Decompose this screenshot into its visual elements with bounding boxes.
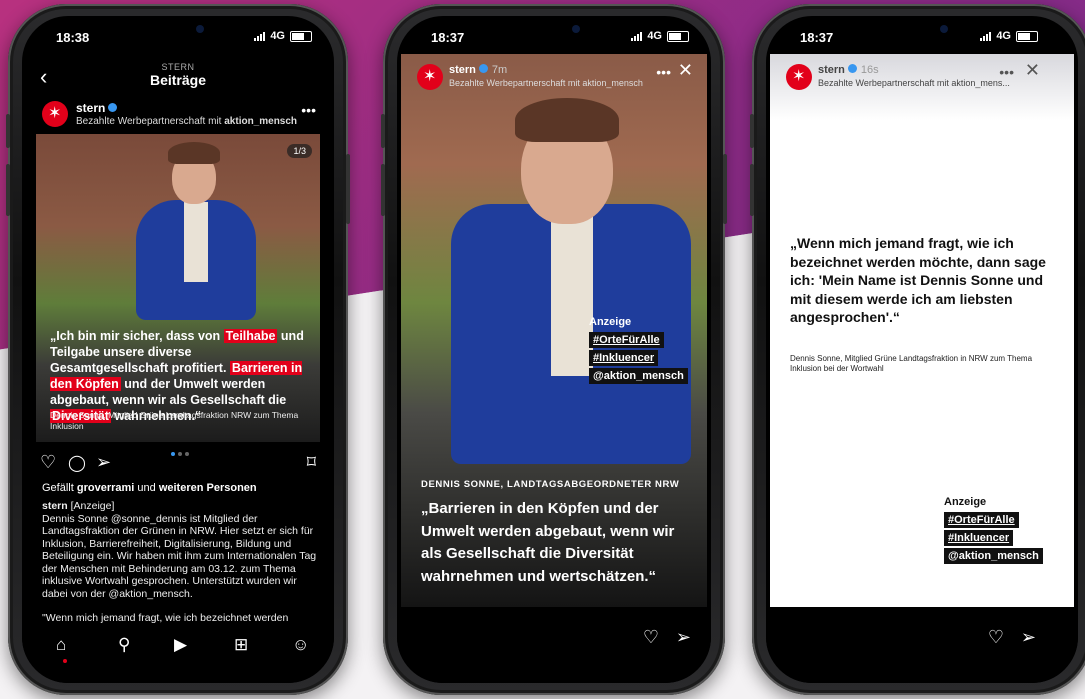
mention-sticker[interactable]: @aktion_mensch bbox=[944, 548, 1043, 564]
battery-icon bbox=[1016, 30, 1038, 42]
home-icon[interactable]: ⌂ bbox=[56, 635, 66, 655]
header-title: Beiträge bbox=[149, 72, 207, 88]
share-icon[interactable]: ➢ bbox=[676, 627, 691, 648]
profile-icon[interactable]: ☺ bbox=[292, 635, 309, 655]
story-kicker: DENNIS SONNE, LANDTAGSABGEORDNETER NRW bbox=[421, 479, 680, 490]
network-label: 4G bbox=[270, 30, 285, 42]
hashtag-sticker[interactable]: #Inkluencer bbox=[944, 530, 1014, 546]
reels-icon[interactable]: ▶ bbox=[174, 635, 187, 655]
slide-counter: 1/3 bbox=[287, 144, 312, 158]
ad-tags: Anzeige #OrteFürAlle #Inkluencer @aktion… bbox=[944, 496, 1043, 566]
header-subtitle: STERN bbox=[161, 62, 195, 72]
sponsored-label[interactable]: Bezahlte Werbepartnerschaft mit aktion_m… bbox=[76, 116, 297, 127]
post-caption: stern [Anzeige] Dennis Sonne @sonne_denni… bbox=[42, 500, 317, 600]
share-icon[interactable]: ➢ bbox=[1021, 627, 1036, 648]
status-time: 18:37 bbox=[800, 30, 834, 45]
status-time: 18:38 bbox=[56, 30, 90, 45]
story-header: stern7m Bezahlte Werbepartnerschaft mit … bbox=[401, 54, 707, 96]
story-credit: Dennis Sonne, Mitglied Grüne Landtagsfra… bbox=[790, 354, 1033, 373]
ad-label: Anzeige bbox=[944, 496, 987, 508]
person-illustration bbox=[451, 94, 691, 474]
bookmark-icon[interactable]: ⌑ bbox=[307, 452, 316, 473]
hashtag-sticker[interactable]: #OrteFürAlle bbox=[944, 512, 1019, 528]
phone-story-photo: 18:37 4G stern7m Bezahlte Werbepartnersc… bbox=[381, 4, 727, 695]
story-header: stern16s Bezahlte Werbepartnerschaft mit… bbox=[770, 54, 1074, 96]
feed-header: ‹ STERN Beiträge bbox=[22, 56, 334, 94]
mention-sticker[interactable]: @aktion_mensch bbox=[589, 368, 688, 384]
heart-icon[interactable]: ♡ bbox=[40, 452, 56, 473]
person-illustration bbox=[136, 142, 266, 332]
avatar[interactable] bbox=[786, 64, 812, 90]
post-header: stern Bezahlte Werbepartnerschaft mit ak… bbox=[42, 98, 320, 132]
phone-feed: 18:38 4G ‹ STERN Beiträge stern Bezahlte… bbox=[6, 4, 350, 695]
shop-icon[interactable]: ⊞ bbox=[234, 635, 248, 655]
carousel-indicator bbox=[171, 452, 189, 456]
story-quote: „Wenn mich jemand fragt, wie ich bezeich… bbox=[790, 235, 1046, 325]
account-name[interactable]: stern bbox=[76, 101, 118, 115]
signal-icon bbox=[980, 31, 992, 41]
post-image[interactable]: 1/3 „Ich bin mir sicher, dass von Teilha… bbox=[36, 134, 320, 442]
story-footer: ♡ ➢ bbox=[397, 607, 711, 683]
ad-tags: Anzeige #OrteFürAlle #Inkluencer @aktion… bbox=[589, 316, 688, 386]
story-screen: 18:37 4G stern7m Bezahlte Werbepartnersc… bbox=[397, 16, 711, 683]
more-icon[interactable]: ••• bbox=[656, 64, 671, 80]
tab-bar: ⌂ ⚲ ▶ ⊞ ☺ bbox=[22, 625, 334, 683]
story-card[interactable]: stern16s Bezahlte Werbepartnerschaft mit… bbox=[770, 54, 1074, 607]
feed-screen: 18:38 4G ‹ STERN Beiträge stern Bezahlte… bbox=[22, 16, 334, 683]
close-icon[interactable]: ✕ bbox=[1025, 60, 1040, 81]
heart-icon[interactable]: ♡ bbox=[988, 627, 1004, 648]
more-icon[interactable]: ••• bbox=[999, 64, 1014, 80]
battery-icon bbox=[667, 30, 689, 42]
story-quote: „Barrieren in den Köpfen und der Umwelt … bbox=[421, 500, 675, 585]
comment-icon[interactable]: ◯ bbox=[68, 453, 86, 473]
likes-line[interactable]: Gefällt groverrami und weiteren Personen bbox=[42, 482, 257, 494]
story-footer: ♡ ➢ bbox=[766, 607, 1078, 683]
heart-icon[interactable]: ♡ bbox=[643, 627, 659, 648]
close-icon[interactable]: ✕ bbox=[678, 60, 693, 81]
network-label: 4G bbox=[996, 30, 1011, 42]
account-name[interactable]: stern 7m bbox=[449, 64, 507, 76]
verified-icon bbox=[847, 64, 857, 73]
battery-icon bbox=[290, 30, 312, 42]
status-time: 18:37 bbox=[431, 30, 465, 45]
avatar[interactable] bbox=[417, 64, 443, 90]
sponsored-label[interactable]: Bezahlte Werbepartnerschaft mit aktion_m… bbox=[818, 78, 1010, 88]
ad-label: Anzeige bbox=[589, 316, 632, 328]
account-name[interactable]: stern 16s bbox=[818, 64, 879, 76]
post-actions: ♡ ◯ ➢ ⌑ bbox=[40, 452, 320, 474]
network-label: 4G bbox=[647, 30, 662, 42]
status-bar: 18:38 4G bbox=[22, 16, 334, 60]
search-icon[interactable]: ⚲ bbox=[118, 635, 130, 655]
share-icon[interactable]: ➢ bbox=[96, 452, 111, 473]
phone-story-text: 18:37 4G stern16s Bezahlte Werbepartners… bbox=[750, 4, 1085, 695]
verified-icon bbox=[478, 64, 488, 73]
avatar[interactable] bbox=[42, 101, 68, 127]
back-icon[interactable]: ‹ bbox=[40, 64, 47, 90]
sponsored-label[interactable]: Bezahlte Werbepartnerschaft mit aktion_m… bbox=[449, 78, 643, 88]
post-credit: Dennis Sonne, Mitglied Grüne Landtagsfra… bbox=[50, 410, 299, 431]
signal-icon bbox=[254, 31, 266, 41]
hashtag-sticker[interactable]: #OrteFürAlle bbox=[589, 332, 664, 348]
more-icon[interactable]: ••• bbox=[301, 102, 316, 118]
signal-icon bbox=[631, 31, 643, 41]
story-screen-2: 18:37 4G stern16s Bezahlte Werbepartners… bbox=[766, 16, 1078, 683]
hashtag-sticker[interactable]: #Inkluencer bbox=[589, 350, 659, 366]
verified-icon bbox=[108, 103, 118, 112]
